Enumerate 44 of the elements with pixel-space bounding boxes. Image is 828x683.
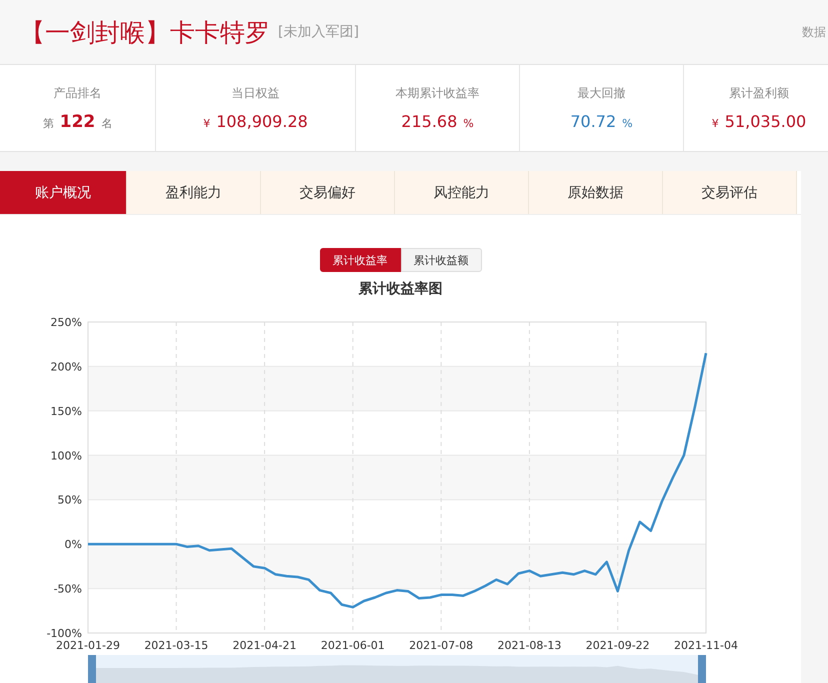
x-axis-label: 2021-04-21 xyxy=(232,639,297,652)
stat-value: 51,035.00 xyxy=(724,112,806,131)
tab[interactable]: 账户概况 xyxy=(0,171,127,214)
stat-unit: % xyxy=(463,117,474,130)
x-axis-label: 2021-03-15 xyxy=(144,639,208,652)
group-status: [未加入军团] xyxy=(278,23,359,41)
stat-label: 当日权益 xyxy=(232,85,280,102)
y-axis-label: 250% xyxy=(50,316,82,329)
x-axis-label: 2021-09-22 xyxy=(586,639,650,652)
x-axis-label: 2021-06-01 xyxy=(320,639,385,652)
x-axis-label: 2021-07-08 xyxy=(409,639,474,652)
x-axis-label: 2021-01-29 xyxy=(56,639,120,652)
y-axis-label: -100% xyxy=(46,627,82,640)
y-axis-label: 0% xyxy=(64,538,82,552)
y-axis-label: 150% xyxy=(50,404,82,418)
stat-unit: 名 xyxy=(101,116,112,130)
stat-label: 产品排名 xyxy=(54,84,102,102)
y-axis-label: 50% xyxy=(58,494,82,507)
tab[interactable]: 风控能力 xyxy=(395,171,529,214)
stat-value: 215.68 xyxy=(401,112,458,131)
x-axis-label: 2021-08-13 xyxy=(497,639,562,652)
product-title: 【一剑封喉】卡卡特罗 xyxy=(20,16,270,48)
stat-value: 122 xyxy=(60,112,96,132)
x-axis-label: 2021-11-04 xyxy=(674,639,738,652)
stat-value: 70.72 xyxy=(570,112,616,131)
stat-label: 最大回撤 xyxy=(578,85,626,102)
chart-switch-button[interactable]: 累计收益额 xyxy=(400,248,482,272)
range-slider-drawing[interactable] xyxy=(88,655,706,683)
stat-prefix: 第 xyxy=(42,116,54,130)
stat-prefix: ¥ xyxy=(712,117,719,130)
chart-switch-button[interactable]: 累计收益率 xyxy=(320,248,400,272)
tab[interactable]: 盈利能力 xyxy=(127,171,261,214)
tab[interactable]: 交易评估 xyxy=(663,171,797,214)
chart-title: 累计收益率图 xyxy=(358,280,444,298)
y-axis-label: 100% xyxy=(50,449,82,462)
y-axis-label: -50% xyxy=(54,582,82,596)
stat-value: 108,909.28 xyxy=(216,112,308,131)
stat-prefix: ¥ xyxy=(203,117,210,130)
tab[interactable]: 原始数据 xyxy=(529,171,663,214)
stat-label: 本期累计收益率 xyxy=(396,85,480,102)
stat-label: 累计盈利额 xyxy=(729,85,789,102)
stat-unit: % xyxy=(622,117,633,130)
y-axis-label: 200% xyxy=(50,360,82,374)
tab[interactable]: 交易偏好 xyxy=(261,171,395,214)
